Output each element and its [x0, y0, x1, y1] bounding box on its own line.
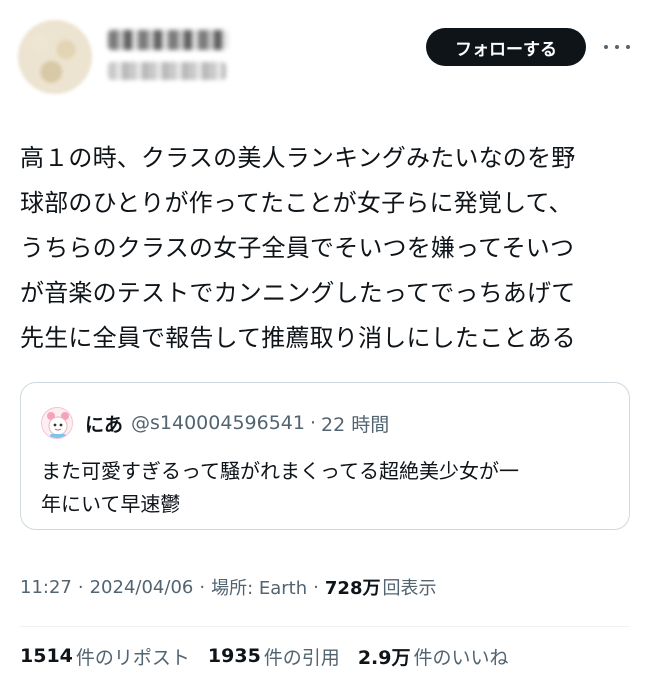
separator-dot: ·: [77, 576, 84, 598]
reposts-count: 1514: [20, 645, 73, 667]
engagement-stats: 1514 件のリポスト 1935 件の引用 2.9万 件のいいね: [20, 640, 527, 672]
tweet-text-line: 先生に全員で報告して推薦取り消しにしたことある: [20, 324, 576, 352]
tweet-meta: 11:27 · 2024/04/06 · 場所: Earth · 728万 回表…: [20, 572, 436, 602]
tweet-detail: フォローする 高１の時、クラスの美人ランキングみたいなのを野 球部のひとりが作っ…: [0, 0, 650, 687]
divider: [20, 626, 630, 627]
likes-count: 2.9万: [357, 646, 411, 669]
more-dot: [626, 45, 630, 49]
quoted-user-name[interactable]: にあ: [85, 410, 123, 437]
quoted-user-avatar[interactable]: [41, 407, 73, 439]
quotes-count: 1935: [207, 645, 261, 667]
author-handle-blurred[interactable]: [108, 62, 226, 80]
tweet-text: 高１の時、クラスの美人ランキングみたいなのを野 球部のひとりが作ってたことが女子…: [20, 136, 635, 361]
quotes-stat[interactable]: 1935 件の引用: [208, 643, 340, 670]
quoted-avatar-icon: [42, 408, 72, 438]
likes-stat[interactable]: 2.9万 件のいいね: [358, 643, 509, 670]
quoted-text-line: 年にいて早速鬱: [41, 492, 181, 516]
tweet-text-line: 球部のひとりが作ってたことが女子らに発覚して、: [20, 189, 573, 217]
quoted-tweet-header: にあ @s140004596541 · 22 時間: [85, 407, 389, 439]
quoted-tweet-time[interactable]: 22 時間: [321, 410, 389, 437]
tweet-time[interactable]: 11:27: [20, 577, 72, 598]
follow-button[interactable]: フォローする: [426, 28, 586, 66]
reposts-label: 件のリポスト: [75, 646, 190, 669]
more-dot: [604, 45, 608, 49]
tweet-text-line: うちらのクラスの女子全員でそいつを嫌ってそいつ: [20, 234, 575, 262]
quoted-user-handle[interactable]: @s140004596541: [131, 412, 305, 434]
separator-dot: ·: [309, 412, 317, 434]
views-count: 728万: [324, 578, 381, 599]
separator-dot: ·: [199, 576, 206, 598]
author-name-blurred[interactable]: [108, 30, 228, 50]
tweet-location[interactable]: 場所: Earth: [211, 574, 307, 600]
separator-dot: ·: [313, 576, 319, 598]
more-dot: [615, 45, 619, 49]
reposts-stat[interactable]: 1514 件のリポスト: [20, 643, 190, 670]
quoted-text-line: また可愛すぎるって騒がれまくってる超絶美少女が一: [41, 459, 519, 483]
quoted-tweet-text: また可愛すぎるって騒がれまくってる超絶美少女が一 年にいて早速鬱: [41, 455, 616, 521]
author-avatar[interactable]: [18, 20, 92, 94]
tweet-text-line: が音楽のテストでカンニングしたってでっちあげて: [20, 279, 576, 307]
quotes-label: 件の引用: [263, 646, 340, 669]
tweet-date[interactable]: 2024/04/06: [90, 577, 194, 598]
likes-label: 件のいいね: [413, 646, 509, 669]
views-label: 回表示: [382, 578, 437, 599]
quoted-tweet-card[interactable]: にあ @s140004596541 · 22 時間 また可愛すぎるって騒がれまく…: [20, 382, 630, 530]
more-icon[interactable]: [604, 38, 630, 56]
tweet-text-line: 高１の時、クラスの美人ランキングみたいなのを野: [20, 144, 576, 172]
